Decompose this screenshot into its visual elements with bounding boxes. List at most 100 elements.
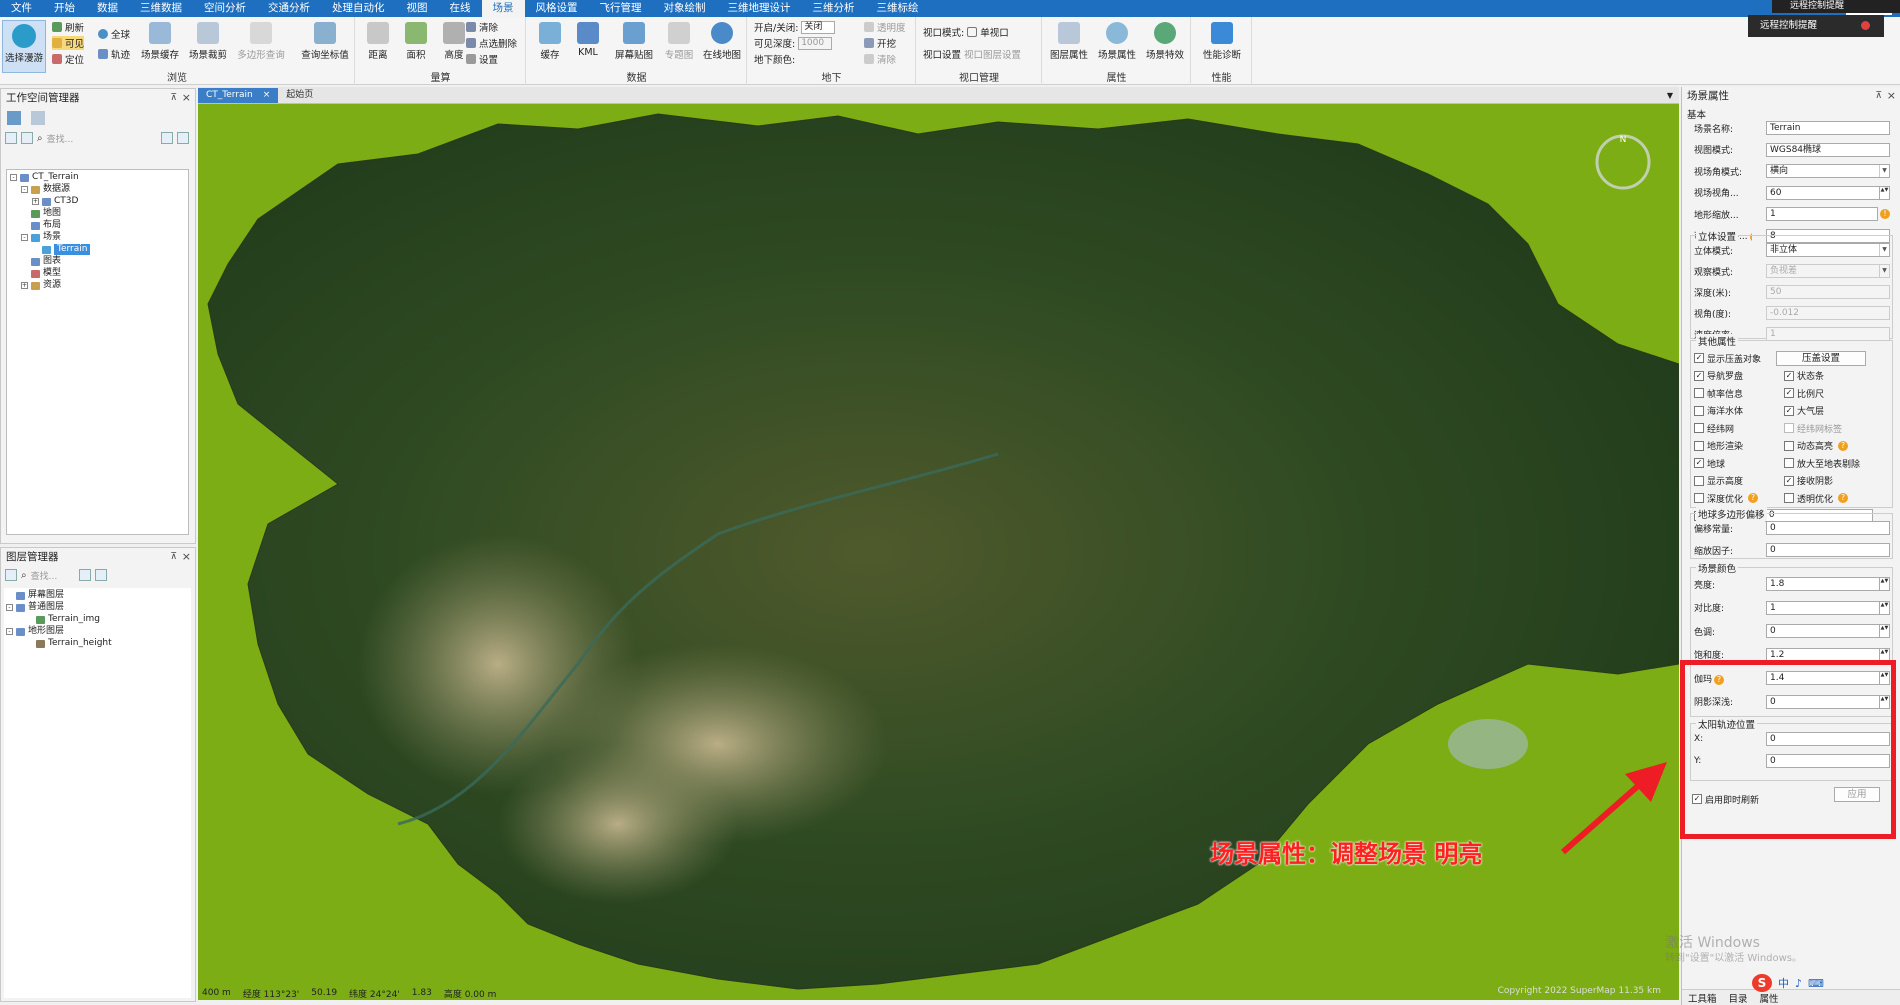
chevron-down-icon[interactable]: ▼ xyxy=(1879,244,1889,256)
prop-value-input[interactable]: 1.8 ▲▼ xyxy=(1766,577,1890,591)
checkbox-14[interactable]: ✓ 接收阴影 xyxy=(1784,475,1833,487)
locate-button[interactable]: 定位 xyxy=(52,52,84,66)
prop-value-input[interactable]: 0 ▲▼ xyxy=(1766,624,1890,638)
polygon-query-button[interactable]: 多边形查询 xyxy=(234,20,288,70)
expander-icon[interactable]: - xyxy=(21,234,28,241)
menu-item[interactable]: 风格设置 xyxy=(525,0,589,17)
menu-item[interactable]: 交通分析 xyxy=(257,0,321,17)
checkbox-box[interactable] xyxy=(1784,440,1794,451)
checkbox-5[interactable]: 海洋水体 xyxy=(1694,405,1743,417)
down-icon[interactable] xyxy=(95,569,108,581)
checkbox-9[interactable]: 地形渲染 xyxy=(1694,440,1743,452)
realtime-refresh-checkbox[interactable]: ✓ 启用即时刷新 xyxy=(1692,793,1759,806)
transparency-button[interactable]: 透明度 xyxy=(864,20,906,34)
pressure-settings-button[interactable]: 压盖设置 xyxy=(1776,351,1866,366)
checkbox-16[interactable]: 透明优化? xyxy=(1784,492,1849,505)
microphone-icon[interactable]: ♪ xyxy=(1795,977,1802,990)
tree-node[interactable]: 屏幕图层 xyxy=(6,590,64,601)
screen-overlay-button[interactable]: 屏幕贴图 xyxy=(609,20,659,70)
prop-value-input[interactable]: 0 xyxy=(1766,754,1890,768)
scene-cache-button[interactable]: 场景缓存 xyxy=(138,20,182,70)
layer-props-button[interactable]: 图层属性 xyxy=(1045,20,1093,70)
scene-effects-button[interactable]: 场景特效 xyxy=(1141,20,1189,70)
menu-item[interactable]: 开始 xyxy=(43,0,86,17)
up-icon[interactable] xyxy=(79,569,92,581)
pin-icon[interactable]: ⊼ xyxy=(170,89,177,107)
checkbox-box[interactable] xyxy=(1694,405,1704,416)
scene-clip-button[interactable]: 场景裁剪 xyxy=(186,20,230,70)
tree-node[interactable]: + CT3D xyxy=(32,196,78,207)
prop-value-input[interactable]: 1.4 ▲▼ xyxy=(1766,671,1890,685)
close-icon[interactable]: × xyxy=(182,548,191,566)
checkbox-box[interactable]: ✓ xyxy=(1694,370,1704,381)
visible-depth-input[interactable]: 1000 xyxy=(798,36,833,50)
spinner-icon[interactable]: ▲▼ xyxy=(1879,672,1889,684)
prop-value-input[interactable]: 0 ▲▼ xyxy=(1766,694,1890,709)
checkbox-10[interactable]: 动态高亮? xyxy=(1784,440,1849,452)
globe-button[interactable]: 全球 xyxy=(98,27,130,41)
area-button[interactable]: 面积 xyxy=(398,20,434,70)
up-icon[interactable] xyxy=(161,132,173,144)
spinner-icon[interactable]: ▲▼ xyxy=(1879,648,1889,661)
help-icon[interactable]: ? xyxy=(1748,493,1759,503)
checkbox-box[interactable]: ✓ xyxy=(1784,370,1794,381)
view-settings-button[interactable]: 视口设置 xyxy=(923,47,961,61)
workspace-search-input[interactable]: 查找... xyxy=(47,132,74,145)
checkbox-box[interactable]: ✓ xyxy=(1784,405,1794,416)
search-icon[interactable]: ⌕ xyxy=(37,133,43,144)
checkbox-8[interactable]: 经纬网标签 xyxy=(1784,422,1842,435)
checkbox-1[interactable]: ✓ 导航罗盘 xyxy=(1694,370,1743,382)
prop-value-input[interactable]: 0 xyxy=(1766,521,1890,535)
open-icon[interactable] xyxy=(5,132,17,144)
prop-value-input[interactable]: 1 xyxy=(1766,207,1878,221)
tree-node[interactable]: - 普通图层 xyxy=(6,602,64,613)
point-delete-button[interactable]: 点选删除 xyxy=(466,36,517,50)
expander-icon[interactable]: + xyxy=(21,282,28,289)
prop-value-input[interactable]: 0 xyxy=(1766,543,1890,557)
checkbox-15[interactable]: 深度优化? xyxy=(1694,492,1759,505)
tree-node[interactable]: 图表 xyxy=(21,256,61,267)
spinner-icon[interactable]: ▲▼ xyxy=(1879,625,1889,637)
layer-search-input[interactable]: 查找... xyxy=(31,569,58,582)
spinner-icon[interactable]: ▲▼ xyxy=(1879,695,1889,708)
spinner-icon[interactable]: ▲▼ xyxy=(1879,186,1889,199)
layer-tool-icon[interactable] xyxy=(5,569,17,581)
pin-icon[interactable]: ⊼ xyxy=(170,548,177,566)
menu-item[interactable]: 空间分析 xyxy=(193,0,257,17)
tab-start-page[interactable]: 起始页 xyxy=(278,88,321,103)
close-icon[interactable]: × xyxy=(1887,87,1896,105)
checkbox-box[interactable]: ✓ xyxy=(1694,353,1704,363)
tree-node[interactable]: - 地形图层 xyxy=(6,626,64,637)
menu-item[interactable]: 飞行管理 xyxy=(589,0,653,17)
select-roam-button[interactable]: 选择漫游 xyxy=(2,20,46,73)
checkbox-11[interactable]: ✓ 地球 xyxy=(1694,457,1725,470)
view-layer-settings-button[interactable]: 视口图层设置 xyxy=(964,47,1021,61)
prop-value-input[interactable]: 横向 ▼ xyxy=(1766,164,1890,178)
online-map-button[interactable]: 在线地图 xyxy=(699,20,745,70)
single-view-dropdown[interactable]: 单视口 xyxy=(980,25,1009,39)
bottom-tab[interactable]: 目录 xyxy=(1729,991,1748,1005)
menu-item[interactable]: 数据 xyxy=(86,0,129,17)
dig-button[interactable]: 开挖 xyxy=(864,36,896,50)
checkbox-box[interactable]: ✓ xyxy=(1694,458,1704,468)
distance-button[interactable]: 距离 xyxy=(360,20,396,70)
pin-icon[interactable]: ⊼ xyxy=(1875,87,1882,105)
thematic-button[interactable]: 专题图 xyxy=(657,20,701,70)
menu-item[interactable]: 三维地理设计 xyxy=(717,0,802,17)
checkbox-4[interactable]: ✓ 比例尺 xyxy=(1784,387,1824,400)
menu-item[interactable]: 处理自动化 xyxy=(321,0,396,17)
query-coord-button[interactable]: 查询坐标值 xyxy=(298,20,352,70)
apply-button[interactable]: 应用 xyxy=(1834,787,1880,802)
measure-settings-button[interactable]: 设置 xyxy=(466,52,498,66)
track-button[interactable]: 轨迹 xyxy=(98,47,130,61)
help-icon[interactable]: ? xyxy=(1838,493,1849,503)
save-icon[interactable] xyxy=(21,132,33,144)
checkbox-box[interactable]: ✓ xyxy=(1692,794,1702,804)
workspace-tab-icon[interactable] xyxy=(7,111,21,125)
checkbox-box[interactable] xyxy=(1784,423,1794,433)
checkbox-box[interactable] xyxy=(1784,458,1794,468)
help-icon[interactable]: ? xyxy=(1714,674,1725,685)
measure-clear-button[interactable]: 清除 xyxy=(466,20,498,34)
menu-item[interactable]: 三维标绘 xyxy=(866,0,930,17)
menu-item[interactable]: 三维分析 xyxy=(802,0,866,17)
